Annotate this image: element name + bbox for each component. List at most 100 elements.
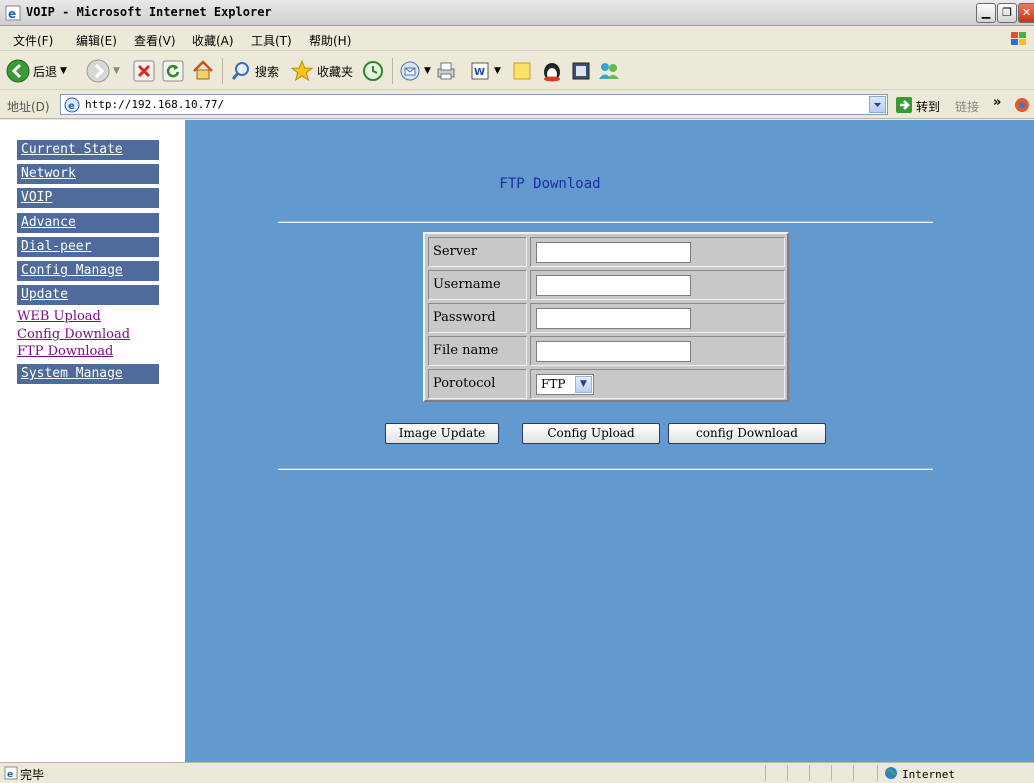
config-download-button[interactable]: config Download [668, 423, 826, 444]
menu-bar: 文件(F) 编辑(E) 查看(V) 收藏(A) 工具(T) 帮助(H) [0, 27, 1034, 51]
server-input[interactable] [536, 242, 691, 263]
mail-dropdown-icon[interactable]: ▼ [424, 66, 431, 76]
links-chevron-icon[interactable]: » [993, 95, 1001, 110]
refresh-icon [162, 60, 184, 82]
form-row-filename: File name [428, 336, 785, 366]
address-dropdown-button[interactable] [869, 96, 886, 113]
ftp-form-table: Server Username Password File name Porot… [423, 232, 789, 402]
username-input[interactable] [536, 275, 691, 296]
nav-advance[interactable]: Advance [17, 213, 159, 233]
sublink-config-download[interactable]: Config Download [17, 327, 130, 342]
protocol-label: Porotocol [428, 369, 527, 399]
favorites-label: 收藏夹 [317, 64, 354, 79]
word-icon: W [469, 60, 491, 82]
print-button[interactable] [435, 58, 457, 84]
history-button[interactable] [362, 58, 384, 84]
menu-edit[interactable]: 编辑(E) [76, 32, 117, 49]
close-button[interactable]: ✕ [1018, 3, 1034, 23]
menu-help[interactable]: 帮助(H) [309, 32, 351, 49]
ie-app-icon: e [5, 5, 21, 21]
protocol-selected-value: FTP [541, 377, 566, 391]
forward-arrow-icon [86, 59, 110, 83]
form-row-protocol: Porotocol FTP ▼ [428, 369, 785, 399]
config-upload-button[interactable]: Config Upload [522, 423, 660, 444]
research-book-icon [570, 60, 592, 82]
home-button[interactable] [191, 58, 215, 84]
edit-dropdown-icon[interactable]: ▼ [494, 66, 501, 76]
refresh-button[interactable] [162, 58, 184, 84]
nav-current-state[interactable]: Current State [17, 140, 159, 160]
form-row-server: Server [428, 237, 785, 267]
nav-system-manage[interactable]: System Manage [17, 364, 159, 384]
menu-view[interactable]: 查看(V) [134, 32, 176, 49]
security-zone: Internet [884, 766, 955, 783]
nav-voip[interactable]: VOIP [17, 188, 159, 208]
protocol-select[interactable]: FTP ▼ [536, 374, 594, 395]
form-row-password: Password [428, 303, 785, 333]
chevron-down-icon[interactable]: ▼ [575, 376, 592, 393]
page-ie-icon: e [64, 97, 80, 116]
svg-text:e: e [8, 7, 16, 21]
go-arrow-icon [895, 96, 913, 117]
window-title: VOIP - Microsoft Internet Explorer [26, 5, 272, 19]
page-content: Current State Network VOIP Advance Dial-… [0, 120, 1034, 762]
go-button[interactable]: 转到 [895, 96, 940, 117]
qq-button[interactable] [540, 58, 564, 84]
favorites-star-icon [290, 59, 314, 83]
globe-icon [884, 766, 898, 783]
image-update-button[interactable]: Image Update [385, 423, 499, 444]
stop-button[interactable] [133, 58, 155, 84]
bottom-divider [278, 468, 933, 470]
address-bar: 地址(D) e http://192.168.10.77/ 转到 链接 » [0, 91, 1034, 119]
search-button[interactable]: 搜索 [230, 58, 279, 84]
top-divider [278, 221, 933, 223]
home-icon [191, 59, 215, 83]
maximize-button[interactable]: ❐ [997, 3, 1017, 23]
forward-dropdown-icon[interactable]: ▼ [113, 66, 120, 76]
sublink-web-upload[interactable]: WEB Upload [17, 309, 101, 324]
page-done-icon: e [4, 766, 18, 783]
nav-config-manage[interactable]: Config Manage [17, 261, 159, 281]
address-input[interactable]: e http://192.168.10.77/ [60, 94, 888, 115]
toolbar-extension-icon[interactable] [1013, 96, 1031, 117]
mail-icon [399, 60, 421, 82]
back-dropdown-icon[interactable]: ▼ [60, 66, 67, 76]
messenger-button[interactable] [597, 58, 621, 84]
back-button[interactable]: 后退 ▼ [6, 58, 67, 84]
menu-favorites[interactable]: 收藏(A) [192, 32, 234, 49]
stop-icon [133, 60, 155, 82]
svg-text:e: e [7, 770, 13, 780]
links-label[interactable]: 链接 [955, 98, 979, 115]
status-bar: e 完毕 Internet [0, 762, 1034, 782]
back-label: 后退 [33, 64, 58, 79]
filename-input[interactable] [536, 341, 691, 362]
address-label: 地址(D) [7, 100, 50, 114]
menu-tools[interactable]: 工具(T) [251, 32, 292, 49]
svg-text:e: e [68, 101, 75, 112]
svg-text:W: W [474, 67, 485, 78]
qq-penguin-icon [540, 59, 564, 83]
notes-button[interactable] [511, 58, 533, 84]
nav-update[interactable]: Update [17, 285, 159, 305]
nav-dial-peer[interactable]: Dial-peer [17, 237, 159, 257]
toolbar: 后退 ▼ ▼ 搜索 收藏夹 ▼ W ▼ [0, 52, 1034, 90]
sublink-ftp-download[interactable]: FTP Download [17, 344, 113, 359]
form-row-username: Username [428, 270, 785, 300]
go-label: 转到 [916, 100, 941, 114]
menu-file[interactable]: 文件(F) [13, 32, 53, 49]
search-label: 搜索 [255, 64, 280, 79]
back-arrow-icon [6, 59, 30, 83]
favorites-button[interactable]: 收藏夹 [290, 58, 353, 84]
username-label: Username [428, 270, 527, 300]
edit-word-button[interactable]: W ▼ [469, 58, 501, 84]
zone-label: Internet [902, 768, 955, 781]
nav-network[interactable]: Network [17, 164, 159, 184]
minimize-button[interactable]: ▁ [976, 3, 996, 23]
forward-button[interactable]: ▼ [86, 58, 120, 84]
main-panel: FTP Download Server Username Password Fi… [185, 120, 1034, 762]
password-label: Password [428, 303, 527, 333]
research-button[interactable] [570, 58, 592, 84]
password-input[interactable] [536, 308, 691, 329]
status-text: 完毕 [20, 768, 45, 782]
mail-button[interactable]: ▼ [399, 58, 431, 84]
